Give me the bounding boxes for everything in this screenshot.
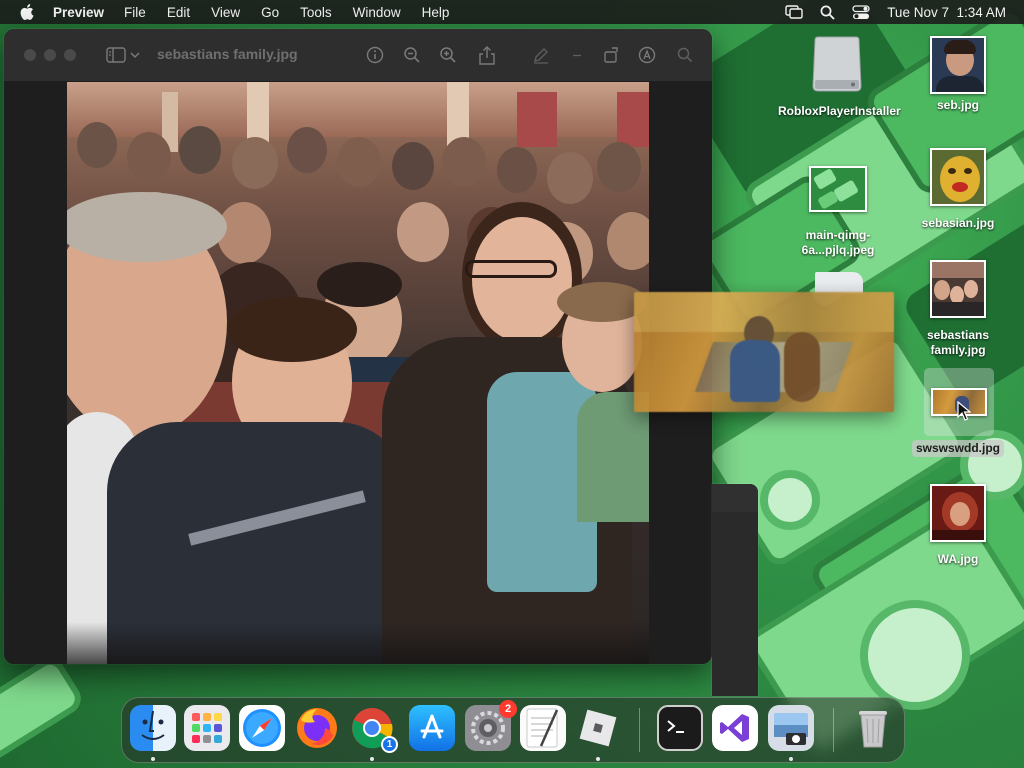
desktop-icon-seb[interactable]: seb.jpg [916, 36, 1000, 113]
running-indicator [370, 757, 374, 761]
firefox-icon [297, 708, 337, 748]
menu-window[interactable]: Window [353, 5, 401, 20]
visual-studio-icon [720, 714, 749, 742]
menu-view[interactable]: View [211, 5, 240, 20]
dock-app-store[interactable] [409, 705, 455, 751]
finder-icon [141, 710, 165, 740]
dock-visual-studio[interactable] [712, 705, 758, 751]
desktop-icon-sebastians-family[interactable]: sebastians family.jpg [910, 260, 1006, 358]
app-store-icon [420, 714, 444, 739]
desktop-icon-label: main-qimg-6a...pjlq.jpeg [801, 228, 875, 257]
desktop-icon-label: sebastians family.jpg [926, 328, 990, 357]
menubar-clock[interactable]: Tue Nov 7 1:34 AM [887, 5, 1006, 20]
dock-finder[interactable] [130, 705, 176, 751]
control-center-icon[interactable] [852, 4, 870, 20]
menu-bar: Preview File Edit View Go Tools Window H… [0, 0, 1024, 24]
desktop-icon-sebasian[interactable]: sebasian.jpg [916, 148, 1000, 231]
running-indicator [789, 757, 793, 761]
trash-icon [859, 711, 887, 748]
menu-file[interactable]: File [124, 5, 146, 20]
desktop-icon-label: WA.jpg [937, 552, 979, 566]
disk-image-icon [809, 36, 865, 94]
menu-edit[interactable]: Edit [167, 5, 190, 20]
document-title: sebastians family.jpg [157, 46, 298, 62]
menu-tools[interactable]: Tools [300, 5, 332, 20]
window-titlebar[interactable]: sebastians family.jpg [4, 29, 712, 81]
desktop-icon-document[interactable] [814, 272, 864, 294]
preview-window: sebastians family.jpg [4, 29, 712, 664]
running-indicator [151, 757, 155, 761]
document-viewer[interactable] [4, 81, 712, 664]
apple-menu-icon[interactable] [19, 4, 35, 20]
mouse-cursor-icon [957, 400, 972, 426]
minimize-window-button[interactable] [44, 49, 56, 61]
image-thumbnail [930, 36, 986, 94]
active-app-name[interactable]: Preview [53, 5, 104, 20]
desktop-icon-wa[interactable]: WA.jpg [916, 484, 1000, 567]
notification-badge: 2 [499, 700, 517, 718]
dock-textedit[interactable] [520, 705, 566, 751]
safari-icon [243, 709, 281, 747]
dock-system-settings[interactable]: 2 [465, 700, 517, 751]
dock-preview[interactable] [768, 705, 814, 751]
zoom-in-icon[interactable] [437, 44, 459, 66]
search-icon[interactable] [674, 44, 696, 66]
document-icon [815, 272, 863, 294]
zoom-window-button[interactable] [64, 49, 76, 61]
dock-roblox[interactable] [575, 705, 621, 751]
annotate-icon[interactable] [636, 44, 658, 66]
chevron-down-icon[interactable] [128, 44, 142, 66]
running-indicator [596, 757, 600, 761]
close-window-button[interactable] [24, 49, 36, 61]
desktop-icon-roblox-installer[interactable]: RobloxPlayerInstaller [778, 36, 901, 119]
screen-mirroring-icon[interactable] [785, 5, 803, 19]
desktop-icon-swswswdd[interactable]: swswswdd.jpg [906, 440, 1010, 457]
rotate-icon[interactable] [601, 44, 623, 66]
desktop-icon-main-qimg[interactable]: main-qimg-6a...pjlq.jpeg [778, 166, 898, 258]
markup-chevron-icon[interactable] [570, 44, 584, 66]
desktop-icon-label: sebasian.jpg [921, 216, 995, 230]
menu-help[interactable]: Help [422, 5, 450, 20]
chrome-profile-badge: 1 [381, 736, 398, 753]
image-thumbnail [930, 484, 986, 542]
launchpad-icon [192, 713, 222, 743]
dock-separator [833, 708, 834, 752]
dock-safari[interactable] [239, 705, 285, 751]
dock-launchpad[interactable] [184, 705, 230, 751]
family-photo-image [67, 82, 649, 664]
markup-pen-icon[interactable] [530, 44, 552, 66]
dock: 1 2 [121, 697, 905, 763]
image-thumbnail [930, 260, 986, 318]
desktop-icon-label: RobloxPlayerInstaller [778, 104, 901, 118]
menu-go[interactable]: Go [261, 5, 279, 20]
dock-firefox[interactable] [294, 705, 340, 751]
info-icon[interactable] [364, 44, 386, 66]
background-window-titlebar[interactable] [712, 484, 758, 512]
textedit-icon [526, 708, 559, 748]
dock-separator [639, 708, 640, 752]
dock-trash[interactable] [850, 705, 896, 751]
desktop-icon-label: swswswdd.jpg [911, 440, 1004, 457]
dock-chrome[interactable]: 1 [349, 705, 398, 753]
spotlight-search-icon[interactable] [820, 5, 835, 20]
preview-icon [774, 713, 808, 745]
desktop-icon-label: seb.jpg [936, 98, 979, 112]
terminal-icon [667, 720, 684, 733]
share-icon[interactable] [476, 44, 498, 66]
dock-terminal[interactable] [657, 705, 703, 751]
dragged-image-preview [634, 292, 894, 412]
zoom-out-icon[interactable] [401, 44, 423, 66]
roblox-icon [579, 709, 617, 747]
image-thumbnail [930, 148, 986, 206]
sidebar-toggle-icon[interactable] [105, 44, 127, 66]
background-window[interactable] [712, 484, 758, 696]
image-thumbnail [809, 166, 867, 212]
